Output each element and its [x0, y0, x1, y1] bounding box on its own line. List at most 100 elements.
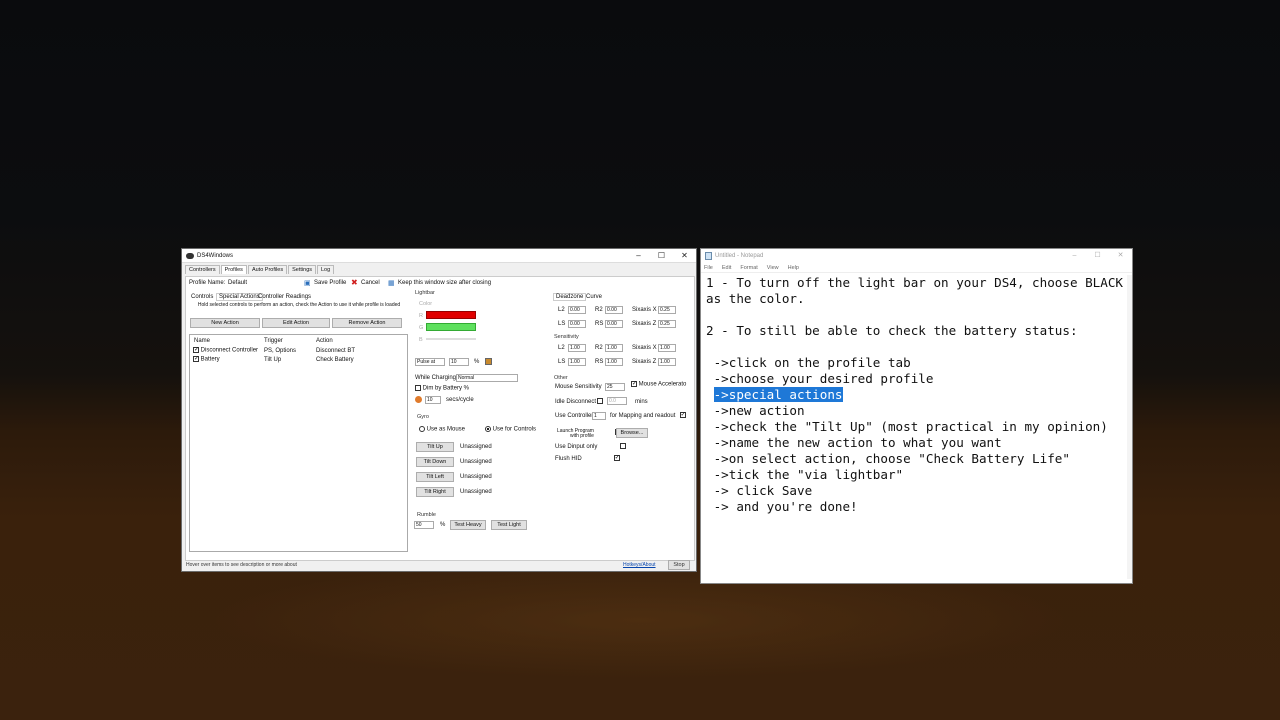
text-line-selected: ->special actions	[706, 387, 1126, 403]
test-heavy-button[interactable]: Test Heavy	[450, 520, 486, 530]
subtab-special-actions[interactable]: Special Actions	[216, 293, 263, 301]
charging-mode-select[interactable]: Normal	[456, 374, 518, 382]
status-text: Hover over items to see description or m…	[186, 562, 297, 568]
minimize-button[interactable]: –	[1063, 249, 1086, 263]
tilt-down-button[interactable]: Tilt Down	[416, 457, 454, 467]
pulse-value-input[interactable]: 10	[449, 358, 469, 366]
use-dinput-checkbox[interactable]	[620, 443, 627, 449]
ls-sens-input[interactable]: 1.00	[568, 358, 586, 366]
menu-format[interactable]: Format	[740, 263, 757, 272]
hotkeys-about-link[interactable]: Hotkeys/About	[623, 559, 656, 571]
menu-view[interactable]: View	[767, 263, 779, 272]
use-as-mouse-radio[interactable]: Use as Mouse	[419, 426, 465, 433]
subtab-controls[interactable]: Controls	[191, 294, 213, 300]
special-actions-hint: Hold selected controls to perform an act…	[197, 302, 401, 308]
ds4-titlebar[interactable]: DS4Windows – ☐ ✕	[182, 249, 696, 263]
secs-cycle-input[interactable]: 10	[425, 396, 441, 404]
gamepad-icon	[186, 252, 194, 259]
menu-file[interactable]: File	[704, 263, 713, 272]
mouse-accel-label: Mouse Accelerato	[638, 381, 687, 388]
remove-action-button[interactable]: Remove Action	[332, 318, 402, 328]
lightbar-mode-select[interactable]: Pulse at	[415, 358, 445, 366]
use-dinput-label: Use Dinput only	[555, 444, 598, 450]
ds4-title: DS4Windows	[197, 252, 234, 259]
rs-deadzone-input[interactable]: 0.00	[605, 320, 623, 328]
color-swatch[interactable]	[485, 358, 492, 365]
tab-log[interactable]: Log	[317, 265, 335, 274]
dim-by-battery-checkbox[interactable]	[415, 385, 421, 391]
dim-by-battery-row[interactable]: Dim by Battery %	[415, 385, 469, 392]
sixaxis-z-sens-input[interactable]: 1.00	[658, 358, 676, 366]
flush-hid-checkbox[interactable]	[613, 454, 620, 461]
tab-auto-profiles[interactable]: Auto Profiles	[247, 265, 288, 274]
menu-edit[interactable]: Edit	[722, 263, 731, 272]
text-line: ->click on the profile tab	[706, 355, 911, 370]
tilt-up-button[interactable]: Tilt Up	[416, 442, 454, 452]
sixaxis-z-deadzone-input[interactable]: 0.25	[658, 320, 676, 328]
vertical-scrollbar[interactable]	[1127, 275, 1132, 579]
blue-slider[interactable]	[426, 338, 476, 340]
notepad-text-area[interactable]: 1 - To turn off the light bar on your DS…	[706, 275, 1126, 579]
menu-help[interactable]: Help	[788, 263, 799, 272]
mins-label: mins	[635, 399, 648, 405]
column-action[interactable]: Action	[316, 338, 333, 344]
rs-sens-input[interactable]: 1.00	[605, 358, 623, 366]
rumble-value-input[interactable]: 50	[414, 521, 434, 529]
special-actions-list[interactable]: Name Trigger Action Disconnect Controlle…	[189, 334, 408, 552]
enable-checkbox[interactable]	[193, 355, 199, 362]
action-type: Check Battery	[316, 357, 354, 363]
stop-button[interactable]: Stop	[668, 560, 690, 570]
table-row[interactable]: Battery	[193, 355, 220, 363]
tilt-left-button[interactable]: Tilt Left	[416, 472, 454, 482]
maximize-button[interactable]: ☐	[1086, 249, 1109, 263]
mouse-sensitivity-input[interactable]: 25	[605, 383, 625, 391]
text-line	[706, 339, 1126, 355]
r2-sens-input[interactable]: 1.00	[605, 344, 623, 352]
enable-checkbox[interactable]	[193, 346, 199, 353]
profile-name-value[interactable]: Default	[228, 280, 247, 286]
subtab-controller-readings[interactable]: Controller Readings	[258, 294, 311, 300]
close-button[interactable]: ✕	[1109, 249, 1132, 263]
edit-action-button[interactable]: Edit Action	[262, 318, 330, 328]
tab-curve[interactable]: Curve	[586, 294, 602, 300]
ls-deadzone-input[interactable]: 0.00	[568, 320, 586, 328]
tab-profiles[interactable]: Profiles	[220, 265, 247, 274]
cancel-button[interactable]: Cancel	[361, 280, 380, 286]
r2-deadzone-input[interactable]: 0.00	[605, 306, 623, 314]
table-row[interactable]: Disconnect Controller	[193, 346, 259, 354]
flash-color-icon[interactable]	[415, 396, 422, 403]
tab-controllers[interactable]: Controllers	[185, 265, 220, 274]
cancel-icon: ✖	[351, 278, 358, 287]
close-button[interactable]: ✕	[673, 249, 696, 263]
test-light-button[interactable]: Test Light	[491, 520, 527, 530]
mapping-readout-checkbox[interactable]	[679, 411, 686, 418]
notepad-titlebar[interactable]: Untitled - Notepad – ☐ ✕	[701, 249, 1132, 263]
keep-window-size-label[interactable]: Keep this window size after closing	[398, 280, 491, 286]
l2-sens-input[interactable]: 1.00	[568, 344, 586, 352]
use-controller-input[interactable]: 1	[592, 412, 606, 420]
l2-deadzone-input[interactable]: 0.00	[568, 306, 586, 314]
action-type: Disconnect BT	[316, 348, 356, 354]
idle-disconnect-checkbox[interactable]	[597, 398, 603, 404]
maximize-button[interactable]: ☐	[650, 249, 673, 263]
tilt-right-button[interactable]: Tilt Right	[416, 487, 454, 497]
action-name: Disconnect Controller	[200, 347, 259, 354]
new-action-button[interactable]: New Action	[190, 318, 260, 328]
column-name[interactable]: Name	[194, 338, 210, 344]
save-profile-button[interactable]: Save Profile	[314, 280, 346, 286]
idle-minutes-input[interactable]: 0.0	[607, 397, 627, 405]
browse-button[interactable]: Browse...	[616, 428, 648, 438]
notepad-title: Untitled - Notepad	[715, 253, 764, 259]
column-trigger[interactable]: Trigger	[264, 338, 283, 344]
minimize-button[interactable]: –	[627, 249, 650, 263]
mouse-accel-row[interactable]: Mouse Accelerato	[631, 380, 687, 388]
sixaxis-x-deadzone-label: Sixaxis X	[632, 307, 657, 313]
mouse-accel-checkbox[interactable]	[631, 380, 637, 387]
green-slider[interactable]	[426, 323, 476, 331]
sixaxis-x-deadzone-input[interactable]: 0.25	[658, 306, 676, 314]
tab-deadzone[interactable]: Deadzone	[553, 293, 587, 301]
sixaxis-x-sens-input[interactable]: 1.00	[658, 344, 676, 352]
use-for-controls-radio[interactable]: Use for Controls	[485, 426, 536, 433]
red-slider[interactable]	[426, 311, 476, 319]
tab-settings[interactable]: Settings	[288, 265, 316, 274]
